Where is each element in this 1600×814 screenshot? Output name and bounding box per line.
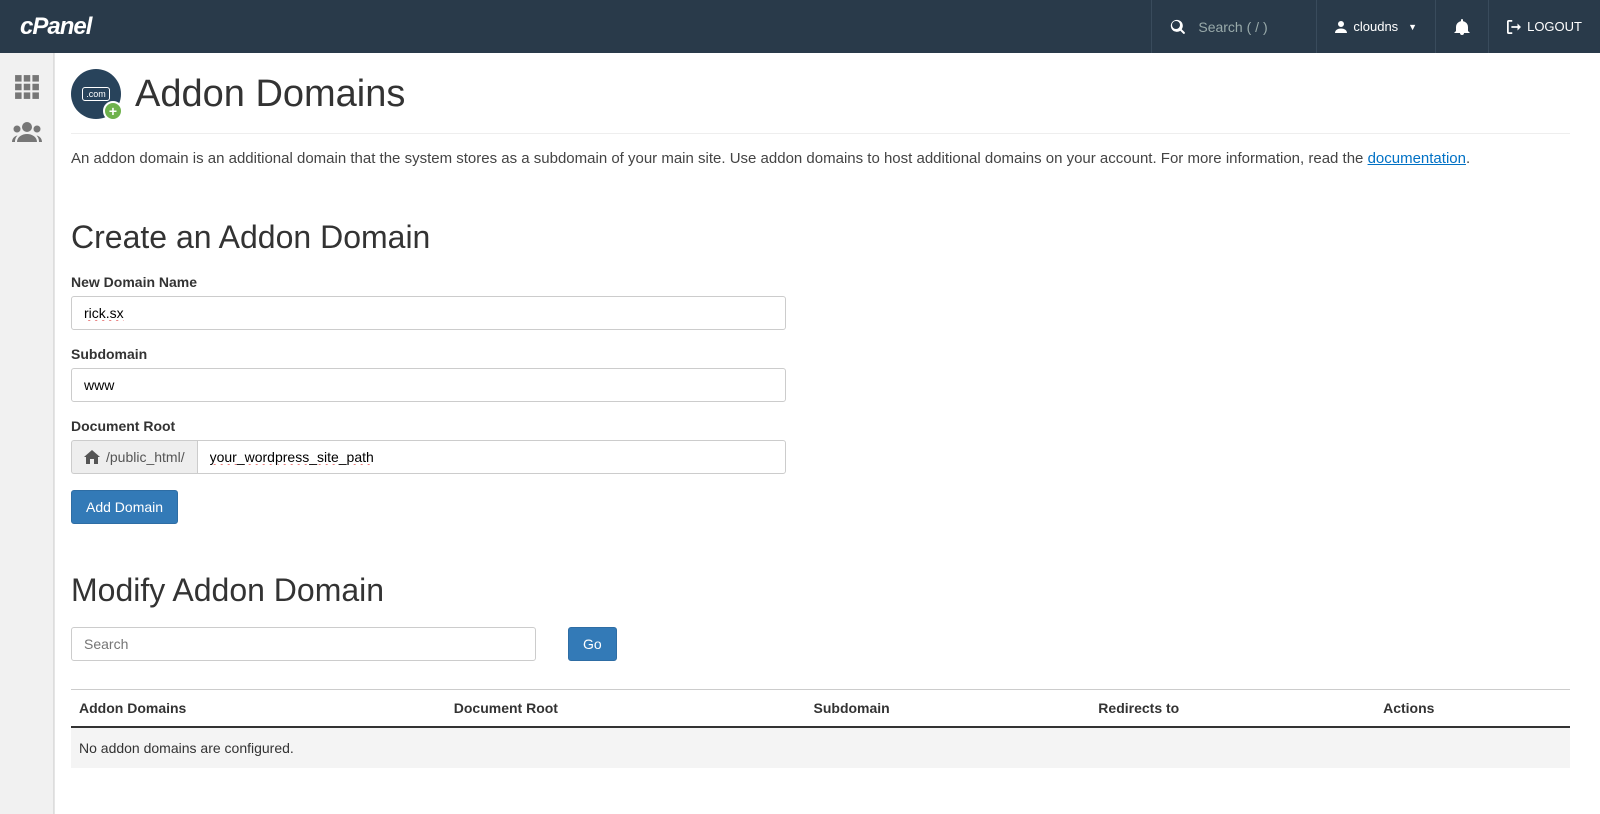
subdomain-label: Subdomain: [71, 346, 786, 362]
user-icon: [1335, 21, 1347, 33]
caret-down-icon: ▼: [1408, 22, 1417, 32]
new-domain-label: New Domain Name: [71, 274, 786, 290]
logout-label: LOGOUT: [1527, 19, 1582, 34]
cpanel-logo-icon: cPanel: [20, 14, 130, 40]
go-button[interactable]: Go: [568, 627, 617, 661]
modify-search-input[interactable]: [71, 627, 536, 661]
docroot-prefix: /public_html/: [71, 440, 197, 474]
topbar: cPanel cloudns ▼ LOGOUT: [0, 0, 1600, 53]
svg-text:cPanel: cPanel: [20, 14, 94, 40]
intro-text: An addon domain is an additional domain …: [71, 148, 1570, 171]
sidebar: [0, 53, 54, 814]
subdomain-input[interactable]: [71, 368, 786, 402]
users-icon: [12, 120, 42, 142]
logout-icon: [1507, 20, 1521, 34]
cpanel-logo[interactable]: cPanel: [0, 14, 150, 40]
col-actions: Actions: [1375, 689, 1570, 727]
docroot-input[interactable]: [197, 440, 786, 474]
page-header: .com + Addon Domains: [71, 65, 1570, 134]
addon-domain-icon: .com +: [71, 69, 121, 119]
page-title: Addon Domains: [135, 73, 405, 116]
user-menu[interactable]: cloudns ▼: [1316, 0, 1435, 53]
docroot-label: Document Root: [71, 418, 786, 434]
table-empty-row: No addon domains are configured.: [71, 727, 1570, 768]
bell-icon: [1454, 19, 1470, 35]
plus-badge-icon: +: [103, 101, 123, 121]
col-addon[interactable]: Addon Domains: [71, 689, 446, 727]
col-docroot[interactable]: Document Root: [446, 689, 806, 727]
addon-domains-table: Addon Domains Document Root Subdomain Re…: [71, 689, 1570, 768]
modify-heading: Modify Addon Domain: [71, 572, 1570, 609]
documentation-link[interactable]: documentation: [1368, 150, 1466, 167]
add-domain-button[interactable]: Add Domain: [71, 490, 178, 524]
sidebar-apps-button[interactable]: [0, 65, 53, 109]
username-label: cloudns: [1353, 19, 1398, 34]
grid-icon: [14, 74, 40, 100]
empty-message: No addon domains are configured.: [71, 727, 1570, 768]
global-search[interactable]: [1151, 0, 1316, 53]
col-redirects[interactable]: Redirects to: [1090, 689, 1375, 727]
sidebar-users-button[interactable]: [0, 109, 53, 153]
global-search-input[interactable]: [1198, 19, 1298, 35]
home-icon: [84, 450, 100, 464]
main-content: .com + Addon Domains An addon domain is …: [54, 53, 1600, 814]
new-domain-input[interactable]: [71, 296, 786, 330]
create-heading: Create an Addon Domain: [71, 219, 1570, 256]
logout-button[interactable]: LOGOUT: [1488, 0, 1600, 53]
notifications-button[interactable]: [1435, 0, 1488, 53]
col-subdomain[interactable]: Subdomain: [806, 689, 1091, 727]
search-icon: [1170, 19, 1186, 35]
